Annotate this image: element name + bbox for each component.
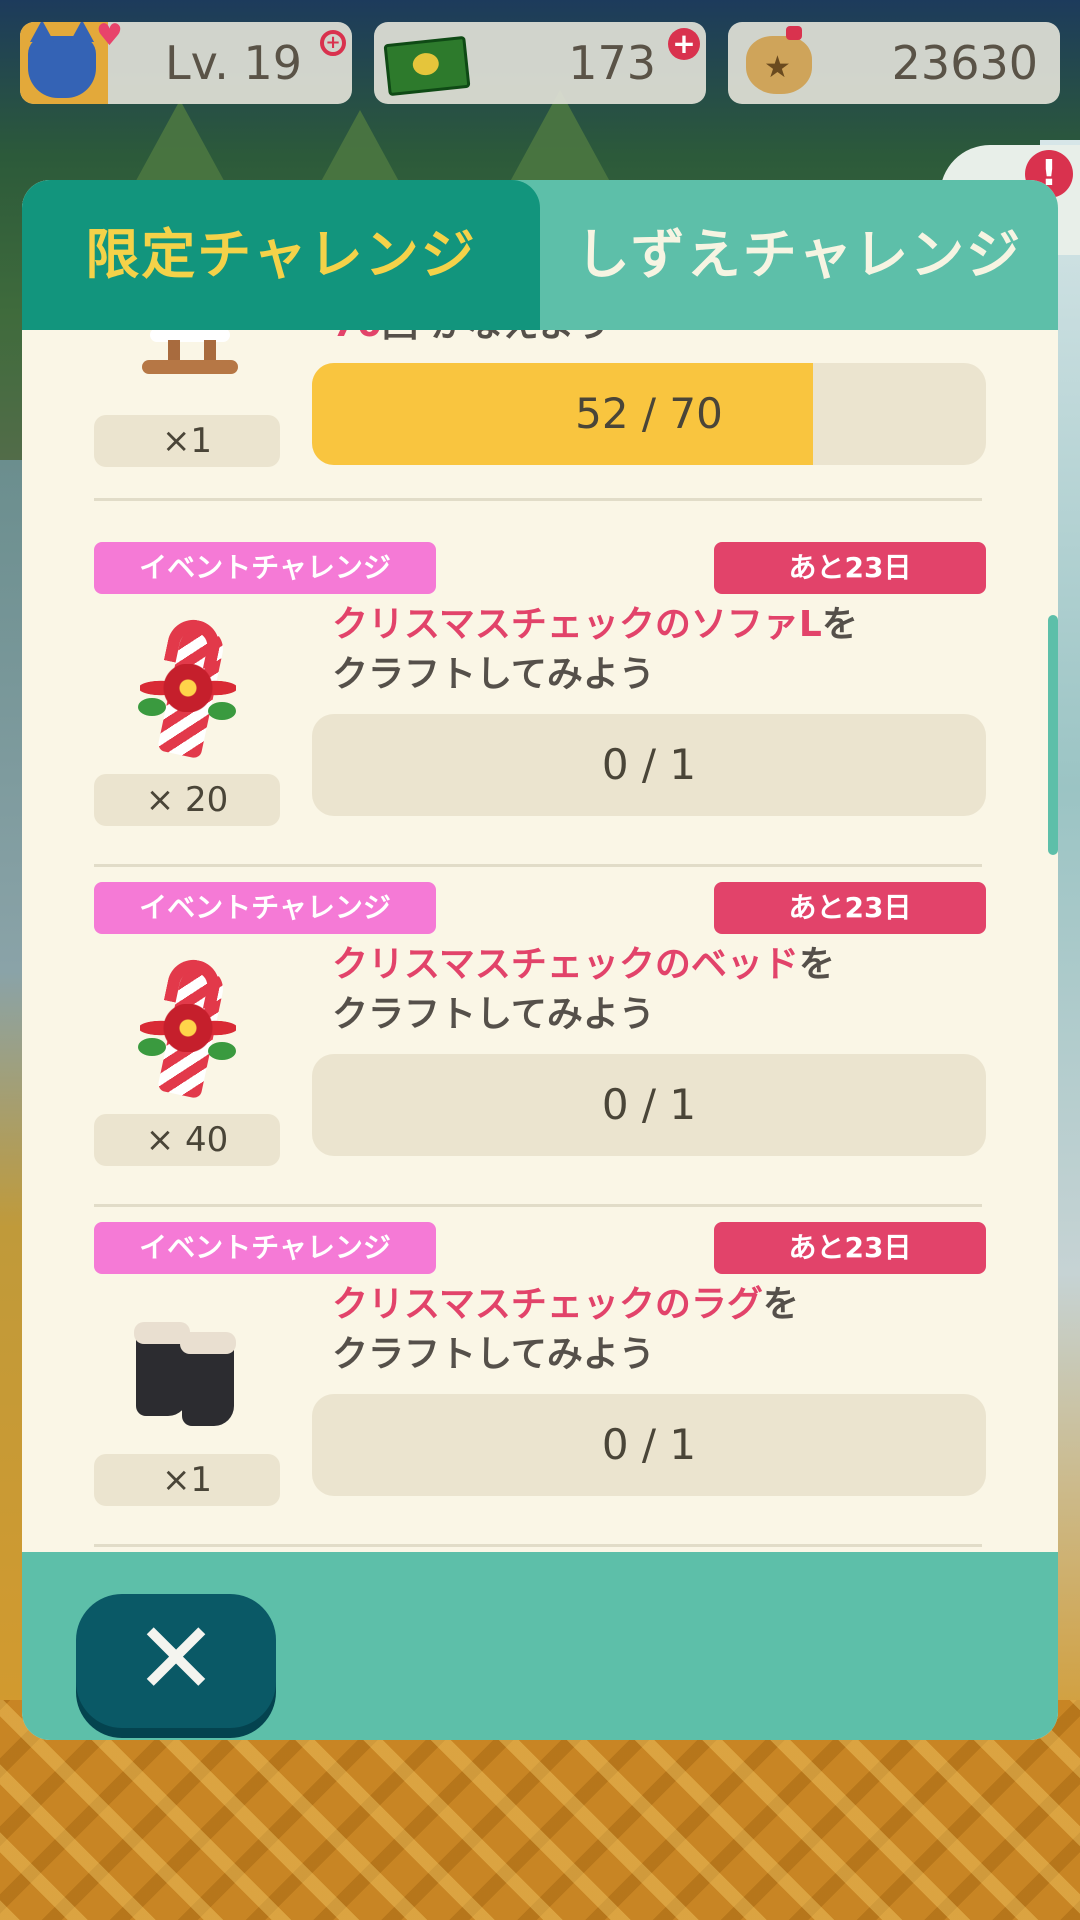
level-value: Lv. 19 [164,36,302,90]
candy-cane-icon [130,615,250,760]
zoom-icon[interactable]: + [320,30,346,56]
challenge-title: クリスマスチェックのラグを [332,1284,799,1325]
event-challenge-tag: イベントチャレンジ [94,882,436,934]
candy-cane-icon [130,955,250,1100]
progress-text: 0 / 1 [601,740,697,789]
tickets-panel[interactable]: 173 + [374,22,706,104]
days-left-badge: あと23日 [714,1222,986,1274]
challenge-list[interactable]: 70回 かなえよう ×1 52 / 70 イベントチャレンジ あと23日 クリス… [22,330,1058,1552]
close-button[interactable]: ✕ [76,1594,276,1728]
days-left-badge: あと23日 [714,542,986,594]
close-icon: ✕ [134,1600,218,1717]
challenge-item: イベントチャレンジ あと23日 クリスマスチェックのラグを クラフトしてみよう … [94,1222,986,1552]
progress-text: 0 / 1 [601,1080,697,1129]
progress-bar: 0 / 1 [312,1394,986,1496]
scrollbar[interactable] [1048,615,1058,855]
heart-icon: ♥ [96,18,123,53]
reward-quantity: × 20 [94,774,280,826]
bells-panel: 23630 [728,22,1060,104]
challenge-title-line2: クラフトしてみよう [332,1334,655,1375]
cat-avatar-icon [20,22,108,104]
reward-quantity: ×1 [94,1454,280,1506]
progress-text: 0 / 1 [601,1420,697,1469]
event-challenge-tag: イベントチャレンジ [94,1222,436,1274]
challenge-title-line2: クラフトしてみよう [332,994,655,1035]
challenge-item: イベントチャレンジ あと23日 クリスマスチェックのベッドを クラフトしてみよう… [94,882,986,1222]
progress-bar: 0 / 1 [312,714,986,816]
modal-footer: ✕ [22,1552,1058,1740]
progress-bar: 0 / 1 [312,1054,986,1156]
christmas-dress-icon [132,330,240,374]
reward-quantity: × 40 [94,1114,280,1166]
divider [94,1544,982,1547]
bells-value: 23630 [891,36,1038,90]
divider [94,864,982,867]
tab-bar: 限定チャレンジ しずえチャレンジ [22,180,1058,330]
challenge-title: クリスマスチェックのソファLを [332,604,858,645]
event-challenge-tag: イベントチャレンジ [94,542,436,594]
divider [94,1204,982,1207]
tab-limited-challenge[interactable]: 限定チャレンジ [22,180,540,330]
leaf-ticket-icon [383,35,471,97]
challenges-modal: 限定チャレンジ しずえチャレンジ 70回 かなえよう ×1 52 / 70 イベ… [22,180,1058,1740]
boots-icon [130,1312,240,1432]
challenge-item: 70回 かなえよう ×1 52 / 70 [94,330,986,501]
progress-text: 52 / 70 [575,389,723,438]
bell-bag-icon [746,26,812,94]
divider [94,498,982,501]
tickets-value: 173 [568,36,656,90]
challenge-item: イベントチャレンジ あと23日 クリスマスチェックのソファLを クラフトしてみよ… [94,542,986,882]
progress-bar: 52 / 70 [312,363,986,465]
challenge-title: クリスマスチェックのベッドを [332,944,835,985]
challenge-title: 70回 かなえよう [332,330,611,350]
add-tickets-icon[interactable]: + [668,28,700,60]
level-panel[interactable]: ♥ Lv. 19 + [20,18,352,104]
tab-isabelle-challenge[interactable]: しずえチャレンジ [540,180,1058,330]
challenge-title-line2: クラフトしてみよう [332,654,655,695]
reward-quantity: ×1 [94,415,280,467]
days-left-badge: あと23日 [714,882,986,934]
